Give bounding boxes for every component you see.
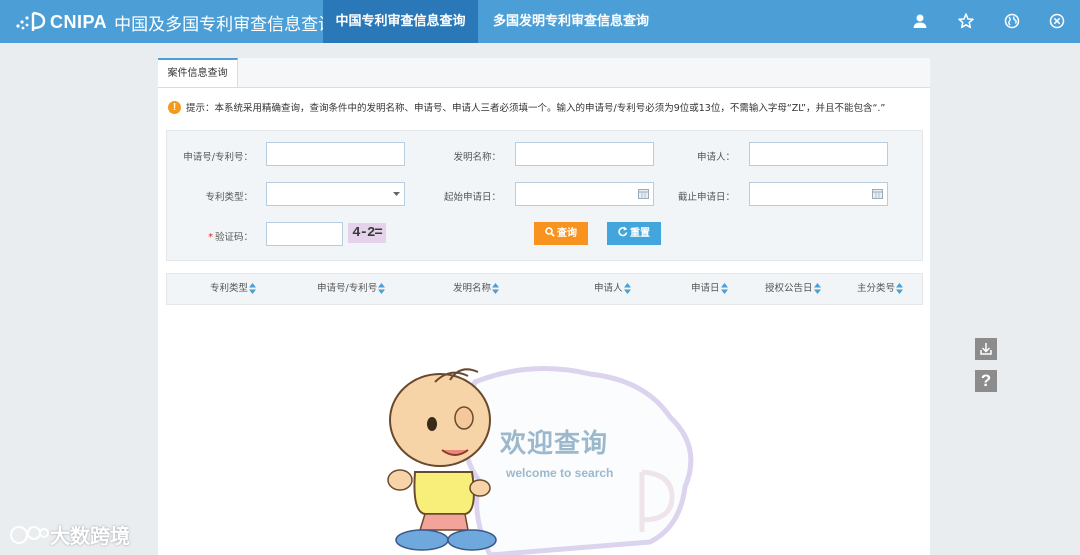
- sort-icon[interactable]: [492, 283, 500, 294]
- watermark-text: 大数跨境: [50, 524, 130, 548]
- download-icon: [980, 343, 992, 355]
- globe-icon[interactable]: [1003, 12, 1021, 30]
- watermark-logo-icon: [10, 525, 49, 544]
- results-table-header: 专利类型 申请号/专利号 发明名称 申请人 申请日 授权公告日 主分类号: [166, 273, 923, 305]
- invention-title-input[interactable]: [515, 142, 654, 166]
- column-label: 主分类号: [857, 283, 896, 294]
- star-icon[interactable]: [957, 12, 975, 30]
- close-icon[interactable]: [1048, 12, 1066, 30]
- search-button-label: 查询: [557, 228, 577, 239]
- watermark: 大数跨境: [8, 520, 130, 549]
- notice-bar: ! 提示：本系统采用精确查询，查询条件中的发明名称、申请号、申请人三者必须填一个…: [168, 99, 885, 115]
- column-header-app-no[interactable]: 申请号/专利号: [317, 274, 386, 304]
- download-button[interactable]: [975, 338, 997, 360]
- help-button[interactable]: ?: [975, 370, 997, 392]
- captcha-input[interactable]: [266, 222, 343, 246]
- column-label: 申请人: [594, 283, 623, 294]
- search-button[interactable]: 查询: [534, 222, 588, 245]
- captcha-label-text: 验证码：: [214, 232, 253, 243]
- column-header-applicant[interactable]: 申请人: [594, 274, 631, 304]
- search-form: 申请号/专利号： 发明名称： 申请人： 专利类型： 起始申请日： 截止申请日： …: [166, 130, 923, 261]
- sort-icon[interactable]: [720, 283, 728, 294]
- end-date-input[interactable]: [749, 182, 888, 206]
- welcome-subtitle: welcome to search: [506, 466, 614, 480]
- column-label: 申请日: [691, 283, 720, 294]
- brand-name: CNIPA: [50, 11, 108, 32]
- applicant-input[interactable]: [749, 142, 888, 166]
- column-header-filing-date[interactable]: 申请日: [691, 274, 728, 304]
- column-header-grant-date[interactable]: 授权公告日: [765, 274, 821, 304]
- start-date-label: 起始申请日：: [443, 192, 501, 203]
- captcha-image[interactable]: 4-2=: [348, 223, 386, 243]
- reset-button[interactable]: 重置: [607, 222, 661, 245]
- column-header-patent-type[interactable]: 专利类型: [210, 274, 257, 304]
- sort-icon[interactable]: [249, 283, 257, 294]
- app-no-input[interactable]: [266, 142, 405, 166]
- cnipa-logo[interactable]: CNIPA 中国及多国专利审查信息查询: [14, 9, 335, 35]
- patent-type-label: 专利类型：: [205, 192, 253, 203]
- column-label: 申请号/专利号: [317, 283, 378, 294]
- captcha-label: * 验证码：: [208, 232, 253, 243]
- tab-china-patent-search[interactable]: 中国专利审查信息查询: [323, 0, 478, 43]
- cnipa-logo-icon: [16, 11, 46, 31]
- end-date-label: 截止申请日：: [677, 192, 735, 203]
- calendar-icon[interactable]: [872, 189, 883, 199]
- start-date-input[interactable]: [515, 182, 654, 206]
- sort-icon[interactable]: [813, 283, 821, 294]
- column-label: 专利类型: [210, 283, 249, 294]
- sort-icon[interactable]: [378, 283, 386, 294]
- chevron-down-icon: [393, 192, 400, 196]
- notice-text: 提示：本系统采用精确查询，查询条件中的发明名称、申请号、申请人三者必须填一个。输…: [186, 103, 886, 114]
- sort-icon[interactable]: [623, 283, 631, 294]
- sort-icon[interactable]: [896, 283, 904, 294]
- column-header-main-class[interactable]: 主分类号: [857, 274, 904, 304]
- app-no-label: 申请号/专利号：: [183, 152, 253, 163]
- search-icon: [545, 227, 555, 237]
- welcome-title: 欢迎查询: [500, 429, 609, 459]
- brand-subtitle: 中国及多国专利审查信息查询: [114, 14, 336, 35]
- applicant-label: 申请人：: [696, 152, 735, 163]
- patent-type-select[interactable]: [266, 182, 405, 206]
- invention-title-label: 发明名称：: [453, 152, 501, 163]
- reset-button-label: 重置: [630, 228, 650, 239]
- warning-icon: !: [168, 100, 181, 114]
- tab-multi-country-search[interactable]: 多国发明专利审查信息查询: [478, 0, 664, 43]
- column-label: 发明名称: [453, 283, 492, 294]
- user-icon[interactable]: [911, 12, 929, 30]
- tab-case-info-query[interactable]: 案件信息查询: [158, 58, 238, 87]
- refresh-icon: [618, 226, 628, 237]
- tab-strip: 案件信息查询: [158, 58, 930, 88]
- column-header-invention-title[interactable]: 发明名称: [453, 274, 500, 304]
- column-label: 授权公告日: [765, 283, 813, 294]
- top-bar: CNIPA 中国及多国专利审查信息查询 中国专利审查信息查询 多国发明专利审查信…: [0, 0, 1080, 43]
- help-icon: ?: [980, 371, 992, 390]
